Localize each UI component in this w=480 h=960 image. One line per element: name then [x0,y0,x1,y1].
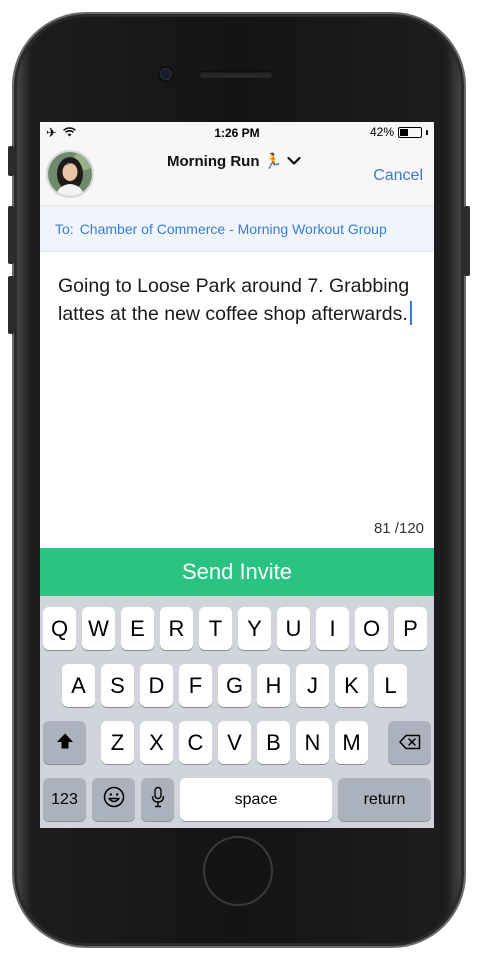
key-l[interactable]: L [374,664,407,707]
key-w[interactable]: W [82,607,115,650]
key-h[interactable]: H [257,664,290,707]
backspace-icon [398,730,421,756]
key-q[interactable]: Q [43,607,76,650]
key-j[interactable]: J [296,664,329,707]
status-bar: ✈ 1:26 PM 42% [40,122,434,142]
key-m[interactable]: M [335,721,368,764]
key-x[interactable]: X [140,721,173,764]
space-key[interactable]: space [180,778,332,821]
chevron-down-icon [287,153,301,170]
status-right: 42% [370,125,428,139]
message-textarea[interactable]: Going to Loose Park around 7. Grabbing l… [58,272,420,328]
key-d[interactable]: D [140,664,173,707]
volume-up-button [8,206,14,264]
nav-bar: Morning Run 🏃 Cancel [40,142,434,206]
event-title-dropdown[interactable]: Morning Run 🏃 [167,152,301,170]
shift-icon [56,730,74,756]
emoji-key[interactable] [92,778,135,821]
battery-icon [398,126,422,138]
return-key[interactable]: return [338,778,431,821]
dictation-key[interactable] [141,778,174,821]
emoji-icon [103,786,125,814]
key-n[interactable]: N [296,721,329,764]
key-i[interactable]: I [316,607,349,650]
key-f[interactable]: F [179,664,212,707]
message-text: Going to Loose Park around 7. Grabbing l… [58,275,410,325]
backspace-key[interactable] [388,721,431,764]
battery-tip [426,129,428,135]
character-count: 81 /120 [373,520,424,537]
key-k[interactable]: K [335,664,368,707]
key-g[interactable]: G [218,664,251,707]
recipient-value: Chamber of Commerce - Morning Workout Gr… [79,221,387,237]
recipient-label: To: [55,221,74,237]
avatar[interactable] [46,150,94,198]
battery-percent: 42% [369,125,394,139]
key-s[interactable]: S [101,664,134,707]
mute-switch [8,146,14,176]
keyboard: Q W E R T Y U I O P A S D F G H J K L Z … [40,596,434,828]
microphone-icon [151,786,165,814]
power-button [464,206,470,276]
send-invite-button[interactable]: Send Invite [40,548,434,596]
key-z[interactable]: Z [101,721,134,764]
key-v[interactable]: V [218,721,251,764]
key-c[interactable]: C [179,721,212,764]
key-b[interactable]: B [257,721,290,764]
recipient-field[interactable]: To: Chamber of Commerce - Morning Workout… [40,206,434,252]
screen: ✈ 1:26 PM 42% Morning Run 🏃 Cancel To: C… [40,122,434,828]
event-title: Morning Run 🏃 [167,153,283,170]
key-e[interactable]: E [121,607,154,650]
home-button[interactable] [203,836,273,906]
key-u[interactable]: U [277,607,310,650]
key-r[interactable]: R [160,607,193,650]
cancel-button[interactable]: Cancel [373,167,423,185]
volume-down-button [8,276,14,334]
key-t[interactable]: T [199,607,232,650]
earpiece-speaker [199,71,273,78]
front-camera [160,68,172,80]
key-a[interactable]: A [62,664,95,707]
key-p[interactable]: P [394,607,427,650]
shift-key[interactable] [43,721,86,764]
text-cursor [409,301,412,325]
key-o[interactable]: O [355,607,388,650]
battery-fill [400,128,408,136]
numbers-key[interactable]: 123 [43,778,86,821]
key-y[interactable]: Y [238,607,271,650]
